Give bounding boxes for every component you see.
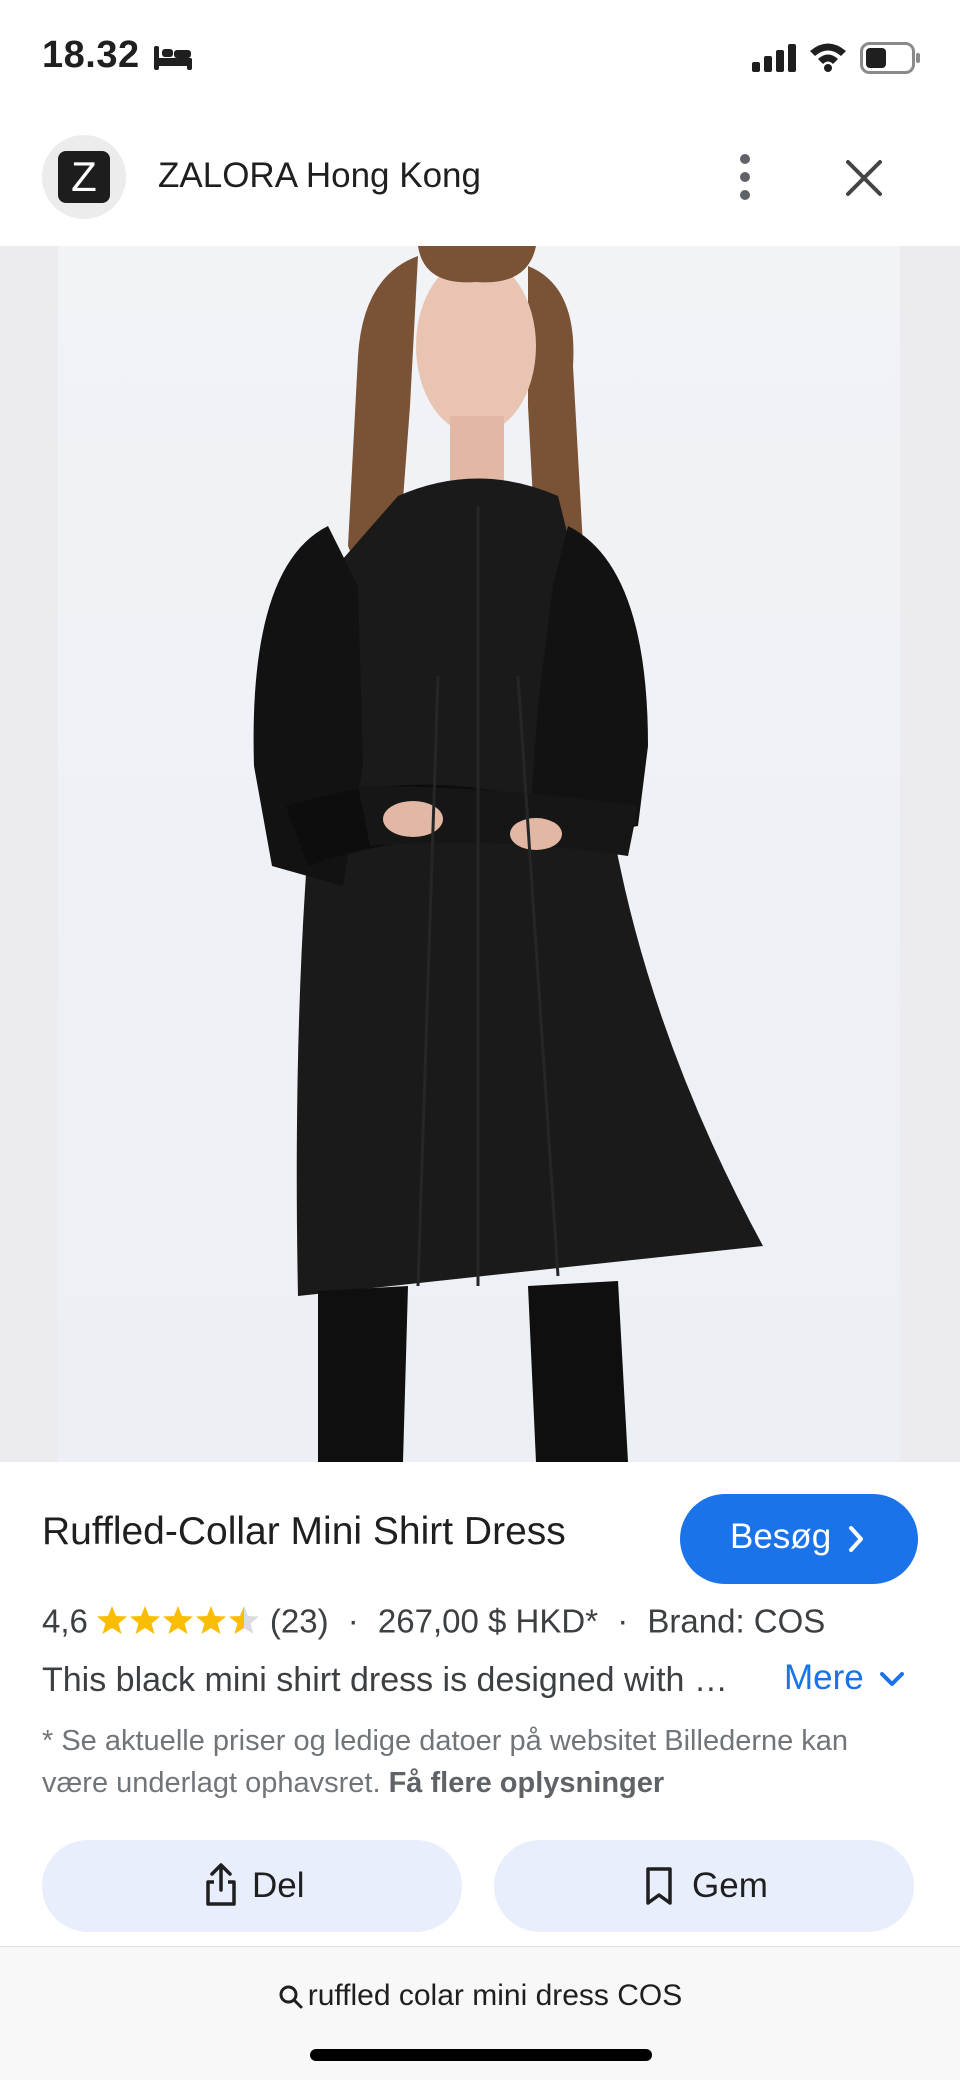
search-query-text: ruffled colar mini dress COS [307, 1979, 683, 2012]
logo-letter: Z [71, 153, 97, 200]
meta-separator: · [617, 1602, 629, 1640]
bottom-search-bar[interactable]: ruffled colar mini dress COS [0, 1946, 960, 2080]
rating-stars-icon [96, 1606, 259, 1635]
product-price: 267,00 $ HKD* [377, 1602, 599, 1640]
wifi-icon [810, 43, 846, 72]
more-vertical-icon[interactable] [734, 152, 756, 202]
product-title[interactable]: Ruffled-Collar Mini Shirt Dress [42, 1510, 566, 1554]
battery-icon [860, 42, 920, 74]
site-logo[interactable]: Z [42, 135, 126, 219]
product-photo [58, 246, 900, 1462]
visit-button[interactable]: Besøg [680, 1494, 918, 1584]
share-button[interactable]: Del [42, 1840, 462, 1932]
cellular-signal-icon [752, 44, 796, 72]
meta-separator: · [347, 1602, 359, 1640]
share-icon [206, 1863, 236, 1906]
more-info-link[interactable]: Få flere oplysninger [389, 1767, 665, 1799]
product-meta: 4,6 (23) · 267,00 $ HKD* · Brand: COS [42, 1600, 825, 1640]
more-link[interactable]: Mere [784, 1658, 864, 1698]
product-image[interactable] [0, 246, 960, 1462]
chevron-right-icon [849, 1526, 863, 1552]
search-query[interactable]: ruffled colar mini dress COS [0, 1979, 960, 2013]
status-time: 18.32 [42, 34, 140, 76]
site-title: ZALORA Hong Kong [158, 156, 481, 195]
browser-header: Z ZALORA Hong Kong [0, 118, 960, 246]
visit-button-label: Besøg [730, 1517, 832, 1556]
status-bar: 18.32 [0, 0, 960, 118]
share-label: Del [252, 1866, 305, 1905]
save-button[interactable]: Gem [494, 1840, 914, 1932]
review-count[interactable]: (23) [270, 1602, 329, 1639]
bed-icon [154, 46, 192, 70]
home-indicator[interactable] [310, 2049, 652, 2061]
disclaimer: * Se aktuelle priser og ledige datoer på… [42, 1720, 922, 1804]
bookmark-icon [646, 1867, 672, 1905]
search-icon [279, 1985, 303, 2009]
close-icon[interactable] [844, 158, 884, 198]
rating-value: 4,6 [42, 1602, 88, 1640]
save-label: Gem [692, 1866, 768, 1905]
product-brand: Brand: COS [647, 1602, 826, 1640]
product-description: This black mini shirt dress is designed … [42, 1661, 728, 1699]
model-figure [253, 246, 763, 1462]
chevron-down-icon[interactable] [878, 1670, 906, 1690]
